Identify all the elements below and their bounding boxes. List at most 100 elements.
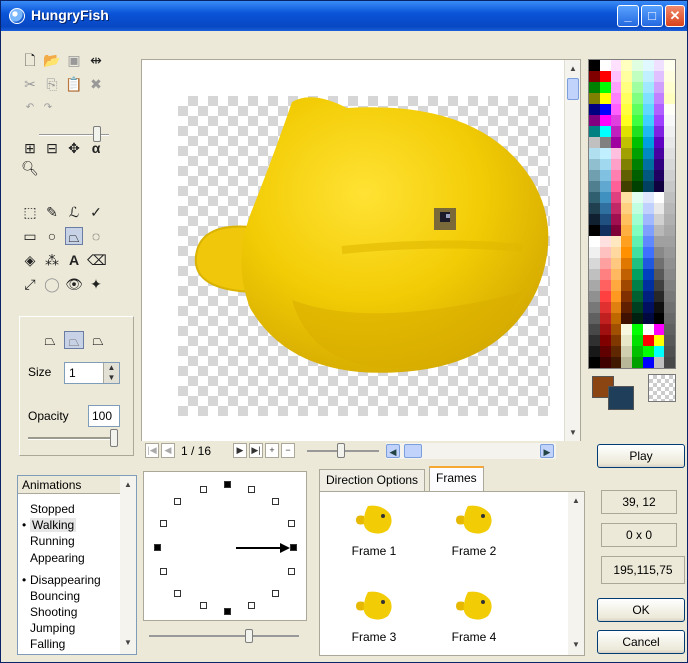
palette-swatch[interactable] [589, 115, 600, 126]
zoom-icon[interactable]: 🔍︎ [21, 159, 39, 177]
palette-swatch[interactable] [610, 181, 622, 192]
palette-swatch[interactable] [610, 280, 622, 291]
palette-swatch[interactable] [589, 137, 600, 148]
palette-swatch[interactable] [664, 357, 675, 368]
palette-swatch[interactable] [621, 357, 632, 368]
palette-swatch[interactable] [621, 214, 632, 225]
palette-swatch[interactable] [653, 82, 665, 93]
palette-swatch[interactable] [642, 170, 654, 181]
speed-slider-thumb[interactable] [245, 629, 253, 643]
palette-swatch[interactable] [653, 335, 665, 346]
delete-icon[interactable]: ✖ [87, 75, 105, 93]
palette-swatch[interactable] [632, 115, 643, 126]
opacity-slider-track[interactable] [28, 437, 118, 440]
palette-swatch[interactable] [610, 214, 622, 225]
list-item[interactable]: Running [30, 534, 75, 548]
tab-direction-options[interactable]: Direction Options [319, 469, 426, 491]
palette-swatch[interactable] [599, 71, 611, 82]
scroll-up-icon[interactable]: ▲ [569, 494, 583, 508]
palette-swatch[interactable] [599, 324, 611, 335]
save-icon[interactable]: ▣ [65, 51, 83, 69]
open-folder-icon[interactable]: 📂 [43, 51, 61, 69]
cut-icon[interactable]: ✂ [21, 75, 39, 93]
palette-swatch[interactable] [610, 192, 622, 203]
palette-swatch[interactable] [632, 148, 643, 159]
palette-swatch[interactable] [664, 60, 675, 71]
palette-swatch[interactable] [610, 203, 622, 214]
palette-swatch[interactable] [621, 181, 632, 192]
palette-swatch[interactable] [621, 346, 632, 357]
palette-swatch[interactable] [653, 203, 665, 214]
polygon-icon[interactable]: ⏢ [65, 227, 83, 245]
palette-swatch[interactable] [599, 291, 611, 302]
paste-icon[interactable]: 📋 [65, 75, 83, 93]
palette-swatch[interactable] [610, 71, 622, 82]
palette-swatch[interactable] [642, 181, 654, 192]
palette-swatch[interactable] [610, 258, 622, 269]
palette-swatch[interactable] [632, 203, 643, 214]
palette-swatch[interactable] [599, 93, 611, 104]
palette-swatch[interactable] [610, 82, 622, 93]
picker-icon[interactable]: ✓ [87, 203, 105, 221]
palette-swatch[interactable] [589, 324, 600, 335]
palette-swatch[interactable] [653, 148, 665, 159]
list-item[interactable]: Falling [30, 637, 65, 651]
transparent-color-swatch[interactable] [648, 374, 676, 402]
ok-button[interactable]: OK [597, 598, 685, 622]
palette-swatch[interactable] [632, 247, 643, 258]
canvas-vscroll-thumb[interactable] [567, 78, 579, 100]
scroll-down-icon[interactable]: ▼ [569, 638, 583, 652]
remove-frame-icon[interactable]: − [281, 443, 295, 458]
palette-swatch[interactable] [610, 115, 622, 126]
last-frame-icon[interactable]: ▶| [249, 443, 263, 458]
palette-swatch[interactable] [610, 313, 622, 324]
palette-swatch[interactable] [632, 181, 643, 192]
list-item[interactable]: Appearing [30, 551, 85, 565]
fill-icon[interactable]: ◈ [21, 251, 39, 269]
palette-swatch[interactable] [610, 236, 622, 247]
palette-swatch[interactable] [632, 269, 643, 280]
palette-swatch[interactable] [642, 346, 654, 357]
palette-swatch[interactable] [621, 137, 632, 148]
palette-swatch[interactable] [599, 313, 611, 324]
canvas-vertical-scrollbar[interactable]: ▲ ▼ [564, 60, 580, 444]
palette-swatch[interactable] [632, 280, 643, 291]
palette-swatch[interactable] [610, 346, 622, 357]
palette-swatch[interactable] [599, 115, 611, 126]
palette-swatch[interactable] [599, 280, 611, 291]
palette-swatch[interactable] [599, 247, 611, 258]
palette-swatch[interactable] [642, 60, 654, 71]
palette-swatch[interactable] [664, 214, 675, 225]
eye-icon[interactable]: 👁︎ [65, 275, 83, 293]
first-frame-icon[interactable]: |◀ [145, 443, 159, 458]
cancel-button[interactable]: Cancel [597, 630, 685, 654]
spray-icon[interactable]: ⁂ [43, 251, 61, 269]
brush-icon[interactable]: ℒ [65, 203, 83, 221]
palette-swatch[interactable] [664, 137, 675, 148]
palette-swatch[interactable] [599, 126, 611, 137]
palette-swatch[interactable] [610, 93, 622, 104]
palette-swatch[interactable] [589, 280, 600, 291]
palette-swatch[interactable] [642, 269, 654, 280]
opacity-field[interactable]: 100 [88, 405, 120, 427]
maximize-button[interactable]: □ [641, 5, 663, 27]
palette-swatch[interactable] [632, 236, 643, 247]
palette-swatch[interactable] [610, 357, 622, 368]
palette-swatch[interactable] [642, 214, 654, 225]
add-frame-icon[interactable]: + [265, 443, 279, 458]
palette-swatch[interactable] [664, 335, 675, 346]
palette-swatch[interactable] [599, 214, 611, 225]
palette-swatch[interactable] [642, 82, 654, 93]
animations-scrollbar[interactable]: ▲ ▼ [120, 476, 136, 654]
palette-swatch[interactable] [642, 192, 654, 203]
palette-swatch[interactable] [664, 71, 675, 82]
palette-swatch[interactable] [664, 269, 675, 280]
palette-swatch[interactable] [632, 192, 643, 203]
list-item[interactable]: Jumping [30, 621, 75, 635]
palette-swatch[interactable] [610, 302, 622, 313]
filled-shape-icon[interactable]: ⏢ [64, 331, 84, 349]
palette-swatch[interactable] [621, 269, 632, 280]
palette-swatch[interactable] [599, 148, 611, 159]
palette-swatch[interactable] [621, 291, 632, 302]
size-spinner[interactable]: 1 ▲ ▼ [64, 362, 120, 384]
